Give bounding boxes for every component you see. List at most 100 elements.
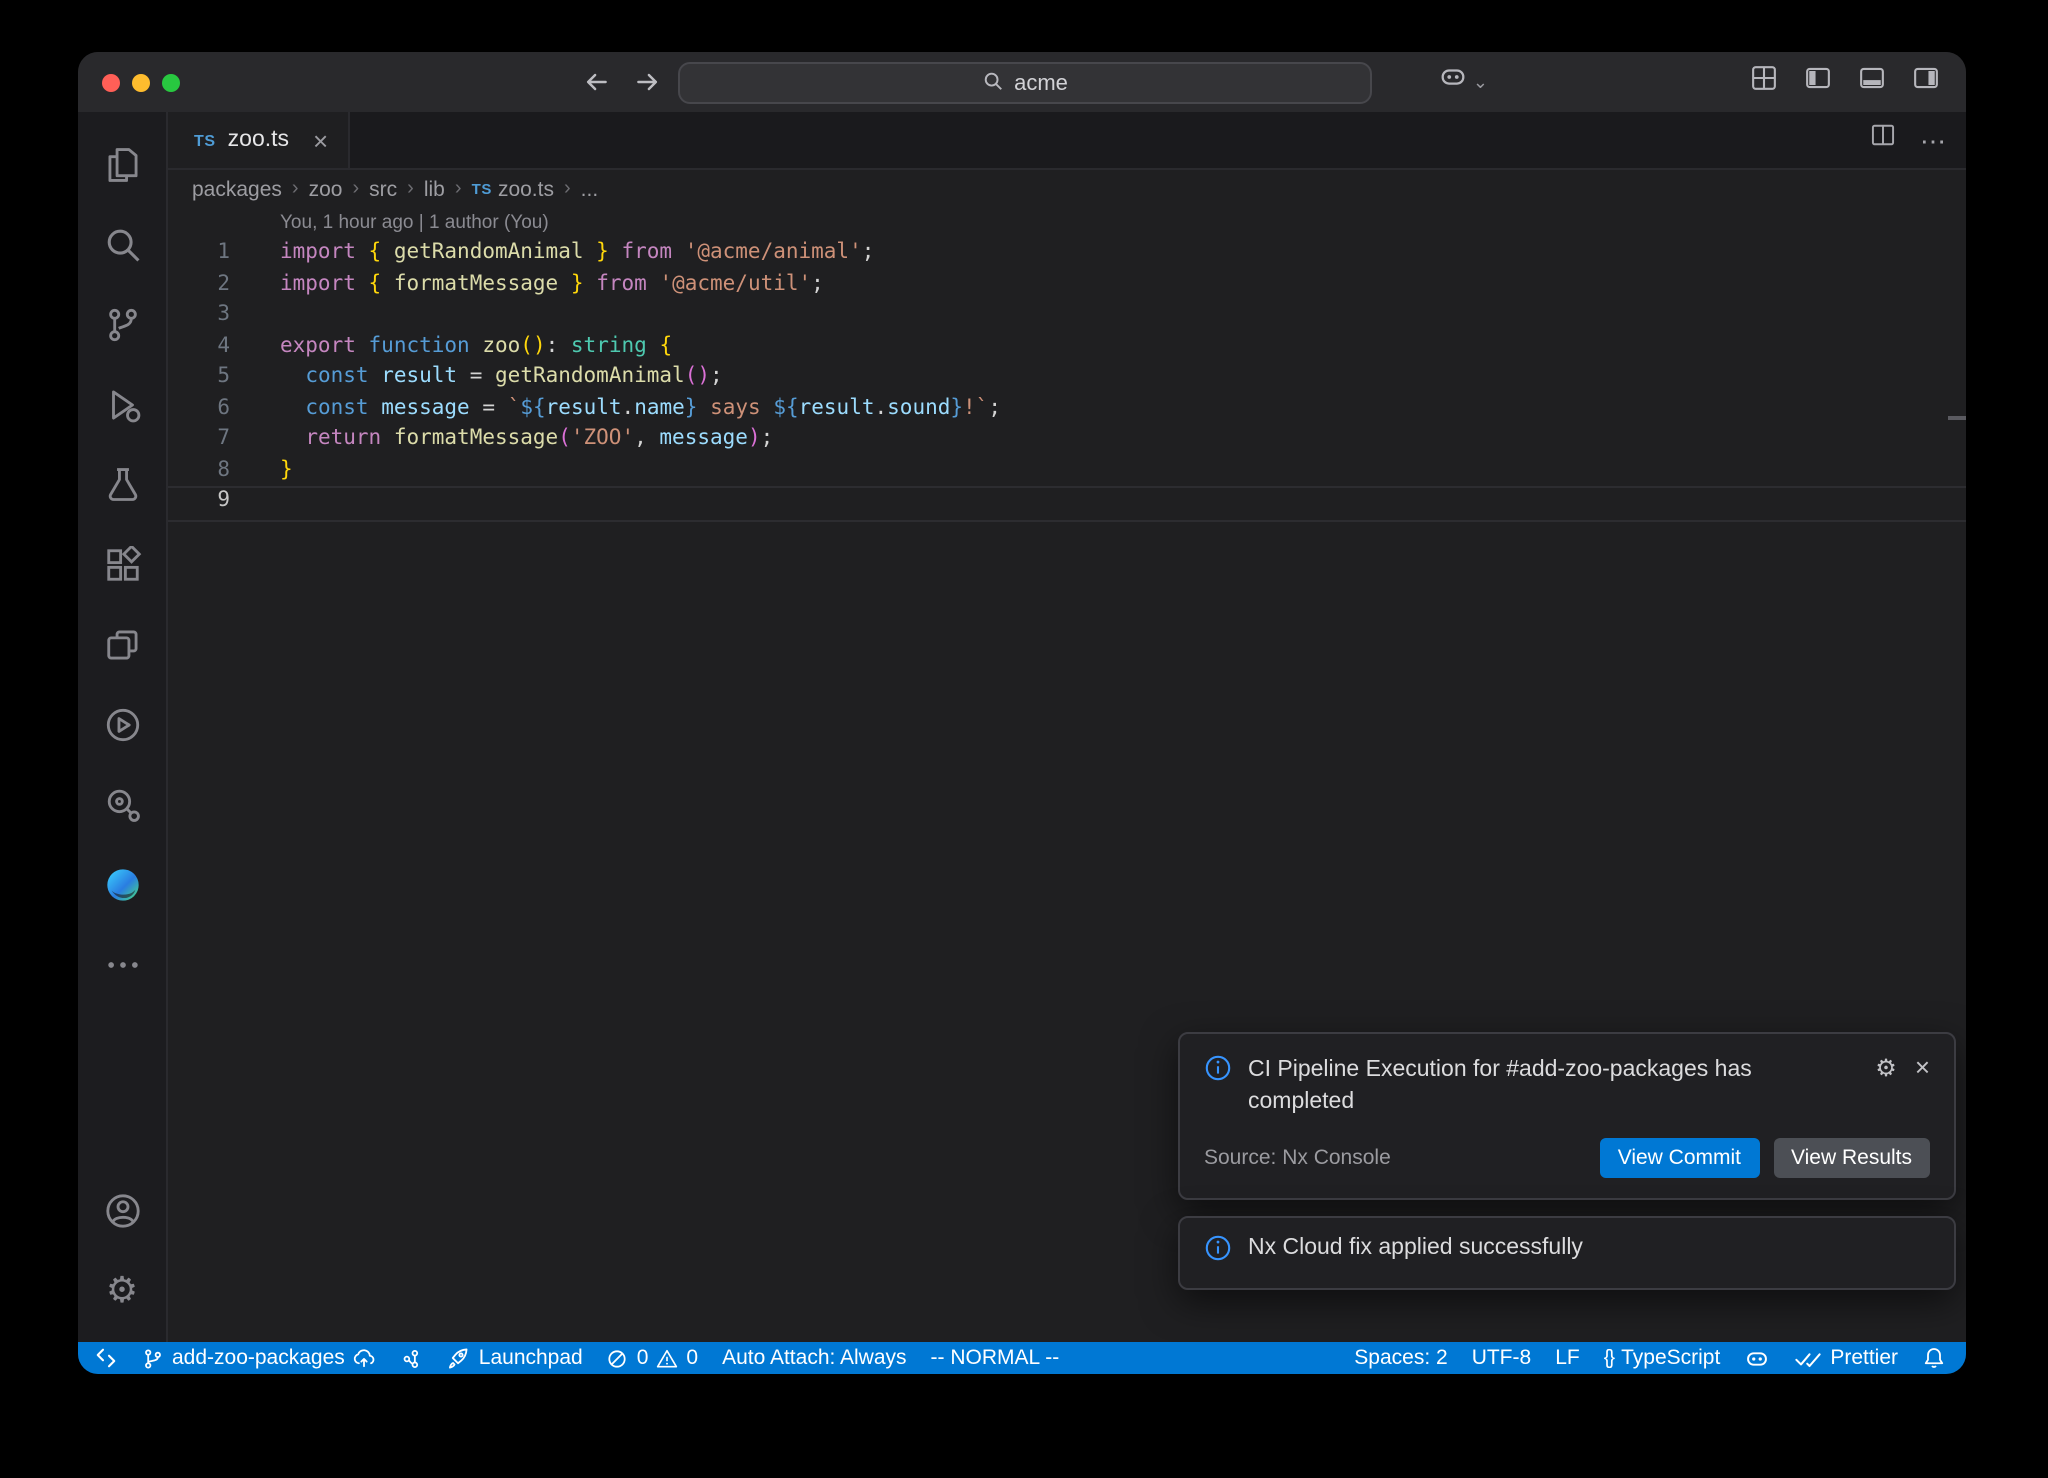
code-line[interactable]: 9: [168, 486, 1966, 521]
run-debug-icon[interactable]: [78, 364, 166, 444]
breadcrumb-item[interactable]: lib: [424, 177, 445, 201]
activity-bar-bottom: ⚙: [78, 1170, 166, 1330]
testing-icon[interactable]: [78, 444, 166, 524]
code-line[interactable]: 6 const message = `${result.name} says $…: [168, 393, 1966, 424]
breadcrumb-item[interactable]: src: [369, 177, 397, 201]
explorer-icon[interactable]: [78, 124, 166, 204]
tab-zoo-ts[interactable]: TS zoo.ts ×: [168, 112, 350, 168]
titlebar: acme ⌄: [78, 52, 1966, 112]
accounts-icon[interactable]: [78, 1170, 166, 1250]
code-text[interactable]: import { formatMessage } from '@acme/uti…: [280, 269, 824, 300]
forward-button[interactable]: [634, 68, 662, 96]
formatter-item[interactable]: Prettier: [1782, 1342, 1910, 1374]
remote-indicator[interactable]: [82, 1342, 130, 1374]
launchpad-label: Launchpad: [479, 1346, 583, 1370]
split-editor-icon[interactable]: [1870, 122, 1896, 158]
notification-message: CI Pipeline Execution for #add-zoo-packa…: [1248, 1054, 1859, 1118]
additional-views-icon[interactable]: [78, 924, 166, 1004]
notification-message: Nx Cloud fix applied successfully: [1248, 1234, 1930, 1262]
code-text[interactable]: const result = getRandomAnimal();: [280, 362, 723, 393]
launchpad-item[interactable]: Launchpad: [435, 1342, 595, 1374]
breadcrumb: packages › zoo › src › lib › TS zoo.ts ›…: [168, 170, 1966, 208]
view-commit-button[interactable]: View Commit: [1600, 1138, 1759, 1178]
indentation-item[interactable]: Spaces: 2: [1342, 1342, 1459, 1374]
line-number[interactable]: 4: [168, 331, 256, 362]
breadcrumb-item-file[interactable]: TS zoo.ts: [472, 177, 554, 201]
breadcrumb-item-symbol[interactable]: ...: [581, 177, 599, 201]
zoom-window-button[interactable]: [162, 73, 180, 91]
info-icon: [1204, 1234, 1232, 1272]
scrollbar-decoration[interactable]: [1948, 416, 1966, 420]
blame-annotation[interactable]: You, 1 hour ago | 1 author (You): [280, 210, 1966, 238]
line-number[interactable]: 5: [168, 362, 256, 393]
code-text[interactable]: import { getRandomAnimal } from '@acme/a…: [280, 238, 874, 269]
copilot-status-item[interactable]: [1732, 1342, 1782, 1374]
code-line[interactable]: 5 const result = getRandomAnimal();: [168, 362, 1966, 393]
editor-group: TS zoo.ts × ⋯ packages › zoo › src ›: [168, 112, 1966, 1342]
chevron-down-icon: ⌄: [1473, 73, 1488, 91]
problems-indicator[interactable]: 0 0: [595, 1342, 710, 1374]
notification-settings-icon[interactable]: ⚙: [1875, 1055, 1897, 1079]
line-number[interactable]: 6: [168, 393, 256, 424]
warning-count: 0: [686, 1346, 698, 1370]
tab-label: zoo.ts: [228, 128, 289, 152]
notification-source: Source: Nx Console: [1204, 1146, 1391, 1170]
code-line[interactable]: 3: [168, 300, 1966, 331]
titlebar-actions: ⌄: [1439, 52, 1940, 112]
code-line[interactable]: 4 export function zoo(): string {: [168, 331, 1966, 362]
code-line[interactable]: 2 import { formatMessage } from '@acme/ut…: [168, 269, 1966, 300]
settings-gear-icon[interactable]: ⚙: [78, 1250, 166, 1330]
toggle-primary-sidebar-button[interactable]: [1804, 63, 1832, 101]
search-icon[interactable]: [78, 204, 166, 284]
edge-tools-icon[interactable]: [78, 844, 166, 924]
customize-layout-button[interactable]: [1750, 63, 1778, 101]
code-text[interactable]: export function zoo(): string {: [280, 331, 672, 362]
extensions-icon[interactable]: [78, 524, 166, 604]
breadcrumb-separator: ›: [564, 178, 571, 200]
breadcrumb-item[interactable]: zoo: [309, 177, 343, 201]
code-line[interactable]: 7 return formatMessage('ZOO', message);: [168, 424, 1966, 455]
desktop: acme ⌄: [0, 0, 2048, 1478]
line-number[interactable]: 9: [168, 488, 256, 519]
encoding-item[interactable]: UTF-8: [1460, 1342, 1544, 1374]
tab-bar: TS zoo.ts × ⋯: [168, 112, 1966, 170]
line-number[interactable]: 2: [168, 269, 256, 300]
view-results-button[interactable]: View Results: [1773, 1138, 1930, 1178]
back-button[interactable]: [582, 68, 610, 96]
source-control-graph-item[interactable]: [389, 1342, 435, 1374]
command-center-search[interactable]: acme: [678, 62, 1372, 104]
line-number[interactable]: 7: [168, 424, 256, 455]
breadcrumb-item[interactable]: packages: [192, 177, 282, 201]
branch-indicator[interactable]: add-zoo-packages: [130, 1342, 389, 1374]
auto-attach-item[interactable]: Auto Attach: Always: [710, 1342, 918, 1374]
code-line[interactable]: 8}: [168, 455, 1966, 486]
rocket-icon: [447, 1346, 471, 1370]
minimize-window-button[interactable]: [132, 73, 150, 91]
line-number[interactable]: 1: [168, 238, 256, 269]
remote-explorer-icon[interactable]: [78, 604, 166, 684]
vim-mode-indicator[interactable]: -- NORMAL --: [919, 1342, 1072, 1374]
tab-close-icon[interactable]: ×: [313, 127, 328, 153]
toggle-secondary-sidebar-button[interactable]: [1912, 63, 1940, 101]
code-text[interactable]: return formatMessage('ZOO', message);: [280, 424, 773, 455]
code-line[interactable]: 1 import { getRandomAnimal } from '@acme/…: [168, 238, 1966, 269]
copilot-menu-button[interactable]: ⌄: [1439, 62, 1488, 102]
search-gear-icon[interactable]: [78, 764, 166, 844]
breadcrumb-separator: ›: [352, 178, 359, 200]
code-text[interactable]: }: [280, 455, 293, 486]
close-window-button[interactable]: [102, 73, 120, 91]
line-number[interactable]: 8: [168, 455, 256, 486]
notifications-bell-icon[interactable]: [1910, 1342, 1958, 1374]
eol-item[interactable]: LF: [1543, 1342, 1592, 1374]
code-text[interactable]: const message = `${result.name} says ${r…: [280, 393, 1001, 424]
notification-close-icon[interactable]: ×: [1915, 1054, 1930, 1080]
nx-console-icon[interactable]: [78, 684, 166, 764]
copilot-icon: [1439, 62, 1469, 102]
more-actions-icon[interactable]: ⋯: [1920, 127, 1946, 153]
line-number[interactable]: 3: [168, 300, 256, 331]
toggle-panel-button[interactable]: [1858, 63, 1886, 101]
status-bar: add-zoo-packages Launchpad 0 0 Auto Atta…: [78, 1342, 1966, 1374]
language-mode-item[interactable]: {} TypeScript: [1592, 1342, 1733, 1374]
search-icon: [982, 69, 1004, 97]
source-control-icon[interactable]: [78, 284, 166, 364]
